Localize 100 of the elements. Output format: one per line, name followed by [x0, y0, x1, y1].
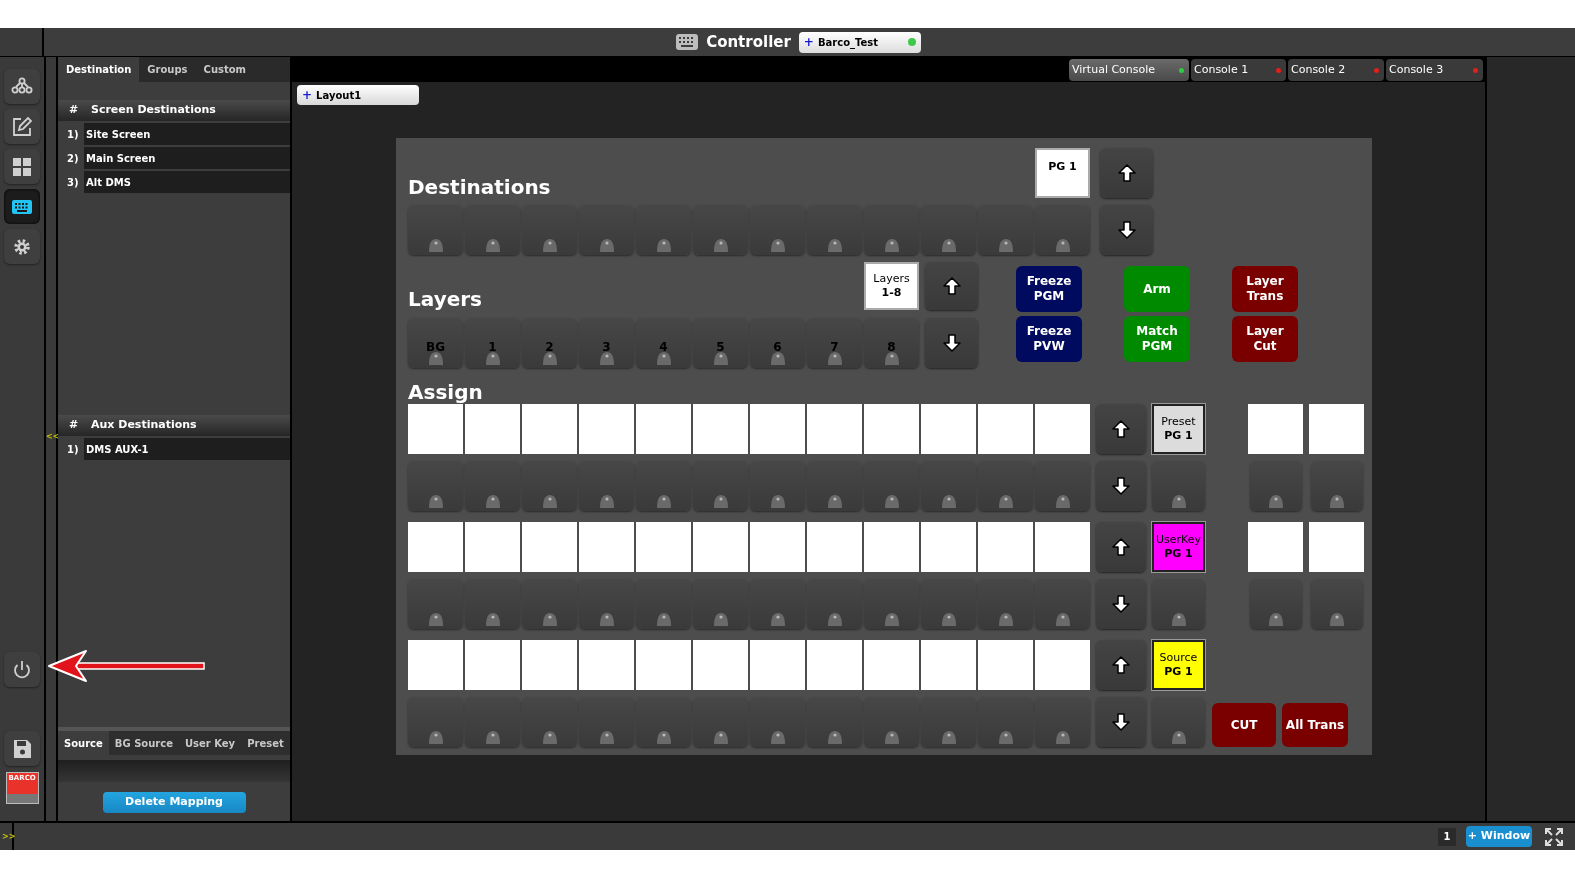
panel-tab[interactable]: Preset [241, 731, 290, 755]
up-arrow-button[interactable] [1096, 640, 1146, 690]
lamp-button[interactable] [1152, 579, 1205, 629]
lamp-icon [655, 612, 672, 626]
panel-tab[interactable]: User Key [179, 731, 242, 755]
lamp-button[interactable] [408, 461, 463, 511]
lamp-icon [940, 494, 957, 508]
destination-item[interactable]: Site Screen [84, 123, 290, 145]
lamp-icon [1054, 494, 1071, 508]
panel-tab[interactable]: Source [58, 731, 109, 755]
item-number: 1) [66, 442, 80, 457]
expand-toggle[interactable]: >> [0, 823, 14, 850]
down-arrow-icon [1112, 713, 1130, 731]
lamp-icon [712, 612, 729, 626]
destination-item[interactable]: DMS AUX-1 [84, 438, 290, 460]
lamp-icon [655, 494, 672, 508]
lamp-button[interactable] [1035, 461, 1090, 511]
panel-tab[interactable]: BG Source [108, 731, 179, 755]
layout-tab[interactable]: + Layout1 [297, 85, 419, 105]
lamp-icon [598, 351, 615, 365]
page-button[interactable]: PG 1 [1035, 148, 1090, 198]
lamp-button[interactable] [408, 205, 463, 255]
lamp-button[interactable] [408, 697, 463, 747]
lamp-button[interactable] [1311, 579, 1363, 629]
lamp-icon [427, 494, 444, 508]
function-button[interactable]: Arm [1124, 266, 1190, 312]
transition-button[interactable]: All Trans [1282, 703, 1348, 747]
destination-item[interactable]: Main Screen [84, 147, 290, 169]
function-button[interactable]: Freeze PVW [1016, 316, 1082, 362]
lamp-button[interactable] [1035, 205, 1090, 255]
down-arrow-button[interactable] [1096, 461, 1146, 511]
lamp-button[interactable] [1152, 697, 1205, 747]
up-arrow-button[interactable] [1096, 404, 1146, 454]
sidebar-button[interactable] [4, 109, 40, 144]
section-heading: Destinations [408, 177, 551, 197]
down-arrow-icon [1117, 221, 1136, 239]
lamp-button[interactable] [408, 579, 463, 629]
lamp-icon [769, 351, 786, 365]
lamp-button[interactable] [1250, 579, 1302, 629]
system-tab[interactable]: + Barco_Test [798, 31, 921, 53]
panel-tab[interactable]: Groups [139, 57, 196, 82]
page-button[interactable]: Source PG 1 [1152, 640, 1205, 690]
column-hash: # [68, 102, 80, 119]
page-button[interactable]: Preset PG 1 [1152, 404, 1205, 454]
item-number: 3) [66, 175, 80, 190]
lamp-icon [940, 730, 957, 744]
down-arrow-button[interactable] [1096, 579, 1146, 629]
lamp-button[interactable] [1035, 579, 1090, 629]
console-tab[interactable]: Console 2 [1288, 59, 1384, 81]
console-tab[interactable]: Console 3 [1386, 59, 1483, 81]
lamp-icon [1170, 730, 1187, 744]
transition-button[interactable]: CUT [1212, 703, 1276, 747]
destination-item[interactable]: Alt DMS [84, 171, 290, 193]
panel-tab[interactable]: Custom [195, 57, 255, 82]
function-button[interactable]: Match PGM [1124, 316, 1190, 362]
up-arrow-button[interactable] [1096, 522, 1146, 572]
lamp-button[interactable] [1311, 461, 1363, 511]
sidebar-button[interactable] [4, 731, 40, 766]
lamp-button[interactable] [1250, 461, 1302, 511]
function-button[interactable]: Layer Trans [1232, 266, 1298, 312]
function-button[interactable]: Freeze PGM [1016, 266, 1082, 312]
up-arrow-icon [1112, 420, 1130, 438]
lamp-icon [1170, 494, 1187, 508]
down-arrow-button[interactable] [925, 318, 978, 368]
sidebar-button[interactable] [4, 229, 40, 264]
lamp-icon [1329, 494, 1345, 508]
console-tab[interactable]: Virtual Console [1069, 59, 1189, 81]
up-arrow-icon [942, 277, 961, 295]
page-indicator: 1 [1438, 827, 1456, 846]
column-hash: # [68, 417, 80, 434]
lamp-icon [1054, 612, 1071, 626]
lamp-icon [484, 730, 501, 744]
console-tab[interactable]: Console 1 [1191, 59, 1286, 81]
lamp-icon [1054, 730, 1071, 744]
fullscreen-icon[interactable] [1545, 827, 1563, 846]
lamp-icon [826, 351, 843, 365]
up-arrow-button[interactable] [925, 262, 978, 310]
page-button[interactable]: UserKey PG 1 [1152, 522, 1205, 572]
lamp-button[interactable] [1035, 697, 1090, 747]
edit-icon [11, 115, 33, 138]
function-button[interactable]: Layer Cut [1232, 316, 1298, 362]
add-window-button[interactable]: + Window [1466, 826, 1532, 847]
panel-tab[interactable]: Destination [58, 57, 140, 82]
sidebar-button[interactable] [4, 652, 40, 687]
lamp-icon [997, 612, 1014, 626]
sidebar-button[interactable] [4, 69, 40, 104]
page-button[interactable]: Layers 1-8 [864, 262, 919, 310]
sidebar-button[interactable] [4, 149, 40, 184]
lamp-icon [541, 730, 558, 744]
down-arrow-button[interactable] [1096, 697, 1146, 747]
up-arrow-button[interactable] [1100, 148, 1153, 198]
down-arrow-icon [942, 334, 961, 352]
lamp-icon [826, 730, 843, 744]
sidebar-button[interactable] [4, 189, 40, 224]
down-arrow-button[interactable] [1100, 205, 1153, 255]
lamp-icon [1268, 494, 1284, 508]
lamp-icon [769, 238, 786, 252]
lamp-icon [655, 730, 672, 744]
lamp-button[interactable] [1152, 461, 1205, 511]
lamp-icon [1329, 612, 1345, 626]
